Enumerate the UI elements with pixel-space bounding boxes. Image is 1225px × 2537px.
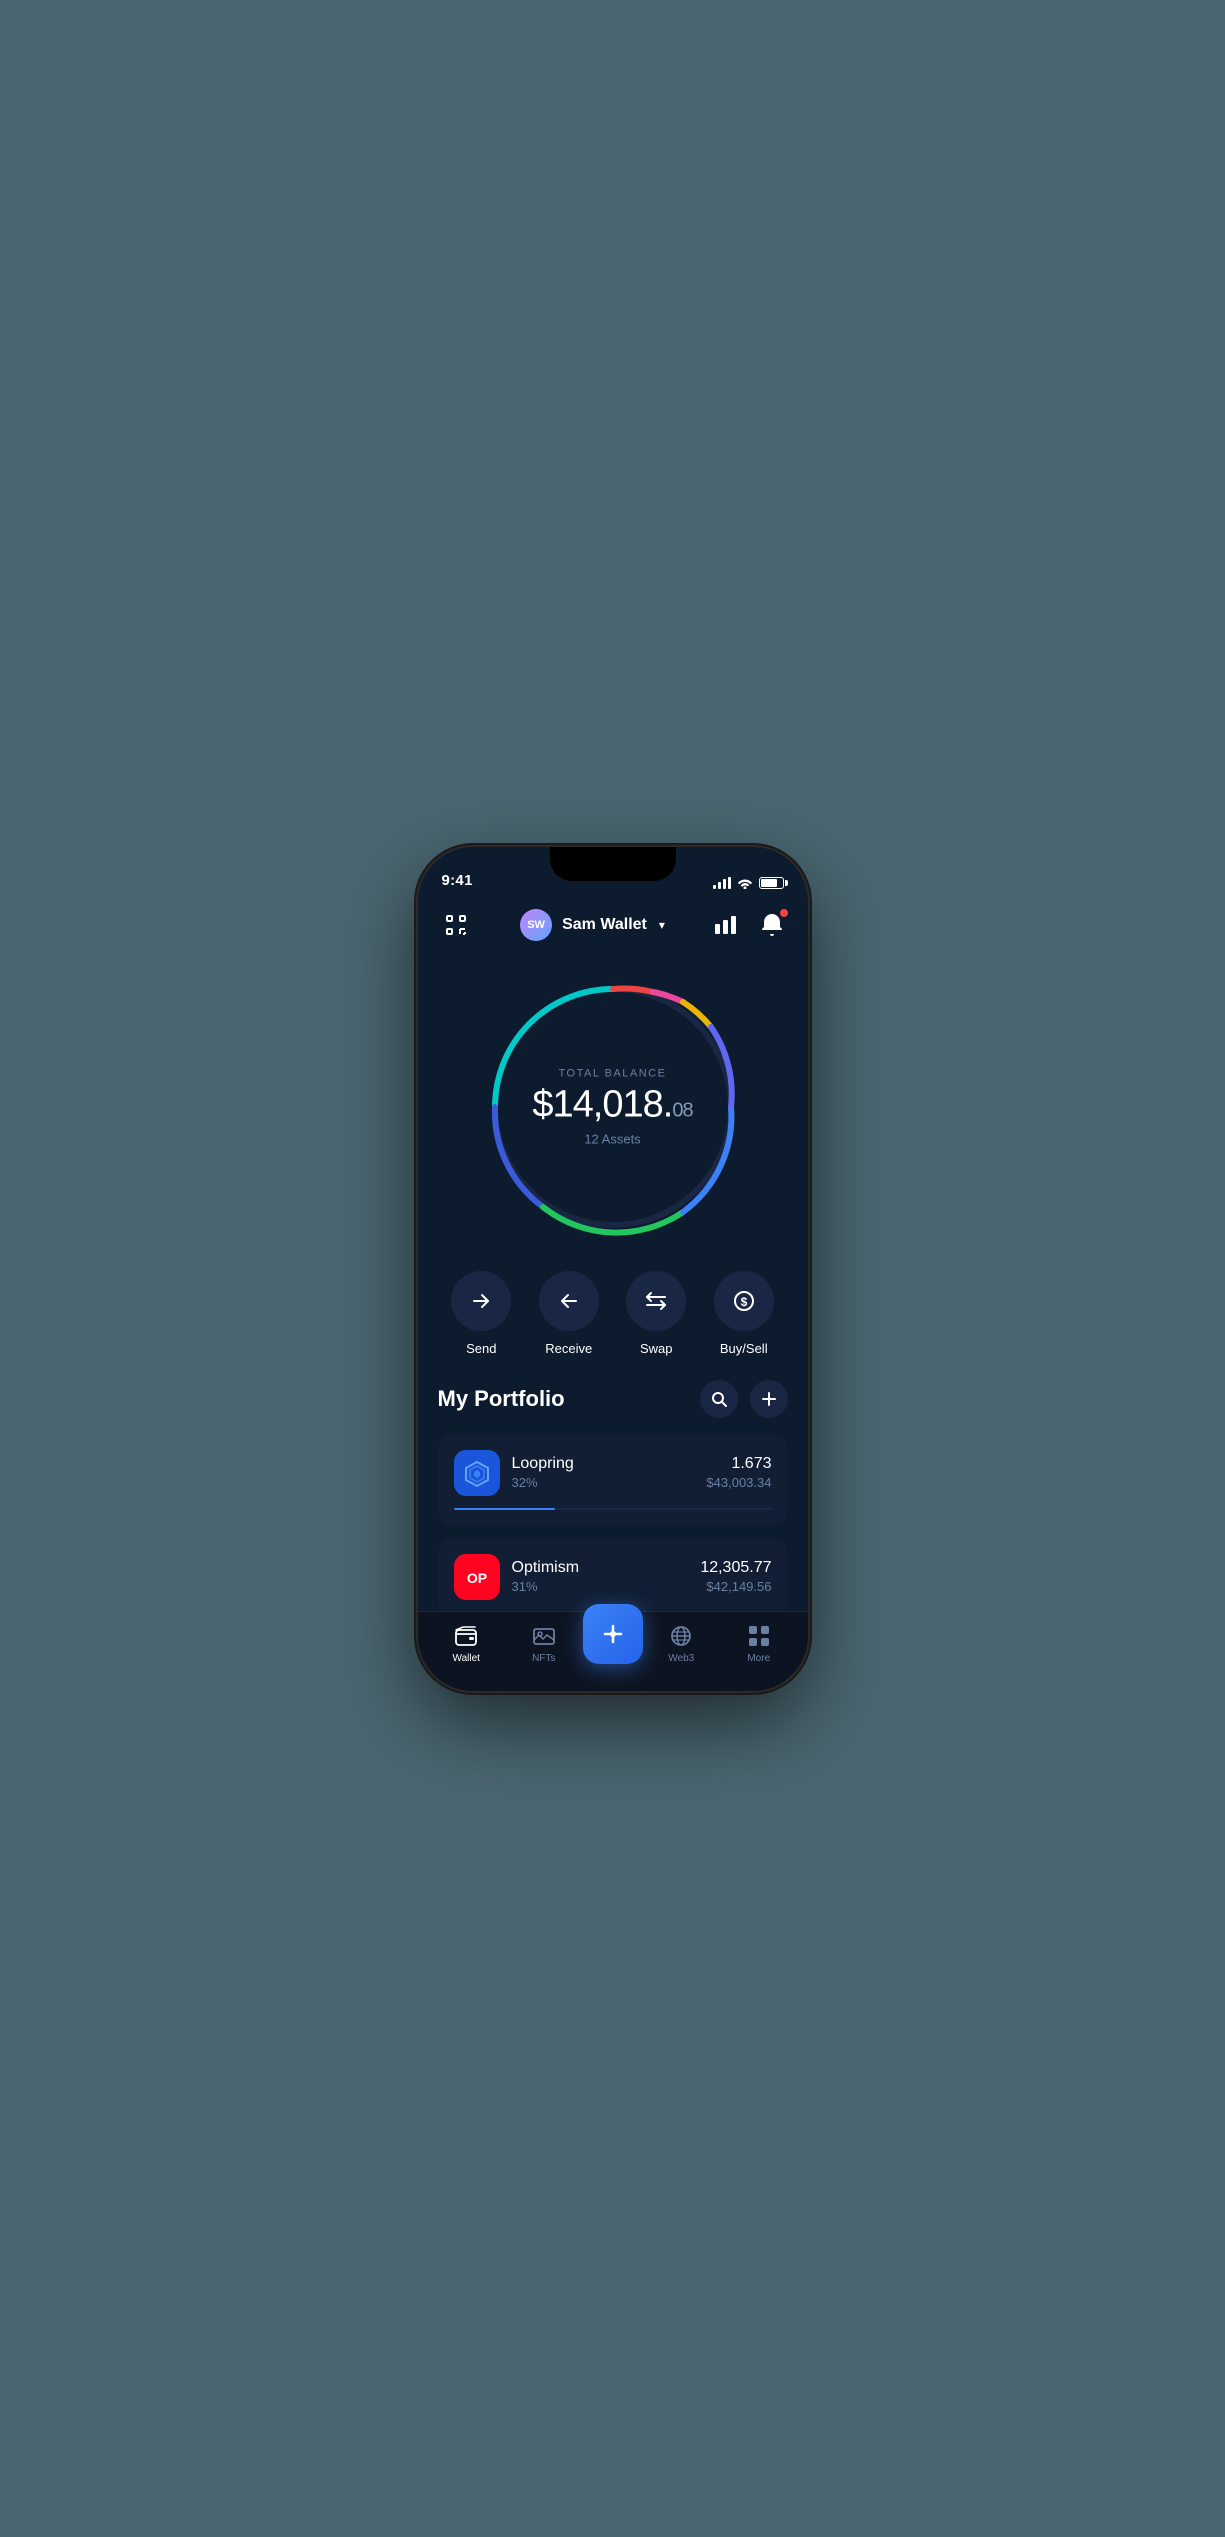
header: SW Sam Wallet ▾: [418, 897, 808, 953]
phone-frame: 9:41: [418, 847, 808, 1691]
nav-wallet-label: Wallet: [453, 1653, 480, 1664]
battery-icon: [759, 877, 784, 889]
balance-cents: 08: [672, 1099, 692, 1121]
bottom-nav: Wallet NFTs: [418, 1611, 808, 1691]
optimism-name: Optimism: [512, 1559, 580, 1577]
portfolio-header: My Portfolio: [438, 1380, 788, 1418]
nav-nfts[interactable]: NFTs: [505, 1624, 583, 1664]
nfts-nav-icon: [532, 1624, 556, 1648]
swap-label: Swap: [640, 1341, 673, 1356]
lrc-logo: [462, 1458, 492, 1488]
portfolio-actions: [700, 1380, 788, 1418]
optimism-percent: 31%: [512, 1579, 580, 1594]
nav-web3[interactable]: Web3: [643, 1624, 721, 1664]
nav-wallet[interactable]: Wallet: [428, 1624, 506, 1664]
receive-button[interactable]: Receive: [539, 1271, 599, 1356]
search-button[interactable]: [700, 1380, 738, 1418]
buysell-icon: $: [732, 1289, 756, 1313]
asset-row-optimism: OP Optimism 31% 12,305.77 $42,149.56: [454, 1554, 772, 1600]
optimism-amount: 12,305.77: [700, 1559, 771, 1577]
signal-icon: [713, 877, 731, 889]
buysell-button[interactable]: $ Buy/Sell: [714, 1271, 774, 1356]
plus-icon: [761, 1391, 777, 1407]
status-icons: [713, 877, 784, 889]
asset-card-optimism[interactable]: OP Optimism 31% 12,305.77 $42,149.56: [438, 1538, 788, 1611]
asset-row-loopring: Loopring 32% 1.673 $43,003.34: [454, 1450, 772, 1496]
main-content: TOTAL BALANCE $14,018.08 12 Assets Send: [418, 847, 808, 1611]
optimism-icon: OP: [454, 1554, 500, 1600]
swap-nav-icon: [599, 1620, 627, 1648]
chevron-down-icon: ▾: [659, 918, 665, 932]
bell-icon: [762, 914, 782, 936]
header-right: [711, 910, 787, 940]
nav-more-label: More: [747, 1653, 770, 1664]
wallet-selector[interactable]: SW Sam Wallet ▾: [520, 909, 665, 941]
more-nav-icon: [747, 1624, 771, 1648]
nav-center-button[interactable]: [583, 1604, 643, 1664]
action-buttons: Send Receive: [418, 1247, 808, 1372]
scan-button[interactable]: [438, 907, 474, 943]
balance-ring: TOTAL BALANCE $14,018.08 12 Assets: [483, 977, 743, 1237]
send-label: Send: [466, 1341, 496, 1356]
balance-info: TOTAL BALANCE $14,018.08 12 Assets: [523, 1067, 703, 1146]
loopring-name: Loopring: [512, 1455, 574, 1473]
wallet-nav-icon: [454, 1624, 478, 1648]
balance-assets-count: 12 Assets: [523, 1131, 703, 1146]
svg-text:OP: OP: [466, 1570, 486, 1586]
swap-icon-circle: [626, 1271, 686, 1331]
loopring-icon: [454, 1450, 500, 1496]
loopring-percent: 32%: [512, 1475, 574, 1490]
bar-chart-icon: [715, 916, 737, 934]
buysell-label: Buy/Sell: [720, 1341, 768, 1356]
avatar: SW: [520, 909, 552, 941]
receive-label: Receive: [545, 1341, 592, 1356]
chart-button[interactable]: [711, 910, 741, 940]
send-button[interactable]: Send: [451, 1271, 511, 1356]
swap-icon: [644, 1289, 668, 1313]
portfolio-title: My Portfolio: [438, 1386, 565, 1412]
add-asset-button[interactable]: [750, 1380, 788, 1418]
loopring-usd: $43,003.34: [706, 1475, 771, 1490]
loopring-progress-bar: [454, 1508, 772, 1510]
swap-button[interactable]: Swap: [626, 1271, 686, 1356]
loopring-amount: 1.673: [706, 1455, 771, 1473]
notification-badge: [779, 908, 789, 918]
web3-nav-icon: [669, 1624, 693, 1648]
notification-button[interactable]: [757, 910, 787, 940]
receive-icon-circle: [539, 1271, 599, 1331]
send-icon-circle: [451, 1271, 511, 1331]
op-logo: OP: [462, 1565, 492, 1589]
svg-text:$: $: [740, 1295, 747, 1309]
status-time: 9:41: [442, 872, 473, 889]
search-icon: [711, 1391, 727, 1407]
nav-web3-label: Web3: [668, 1653, 694, 1664]
wallet-name: Sam Wallet: [562, 916, 647, 934]
portfolio-section: My Portfolio: [418, 1372, 808, 1611]
balance-label: TOTAL BALANCE: [523, 1067, 703, 1079]
asset-card-loopring[interactable]: Loopring 32% 1.673 $43,003.34: [438, 1434, 788, 1526]
notch: [550, 847, 676, 881]
scan-icon: [444, 913, 468, 937]
nav-more[interactable]: More: [720, 1624, 798, 1664]
wifi-icon: [737, 877, 753, 889]
nav-nfts-label: NFTs: [532, 1653, 555, 1664]
receive-icon: [557, 1289, 581, 1313]
balance-amount: $14,018.08: [523, 1085, 703, 1123]
balance-section: TOTAL BALANCE $14,018.08 12 Assets: [418, 957, 808, 1247]
optimism-usd: $42,149.56: [700, 1579, 771, 1594]
buysell-icon-circle: $: [714, 1271, 774, 1331]
send-icon: [469, 1289, 493, 1313]
